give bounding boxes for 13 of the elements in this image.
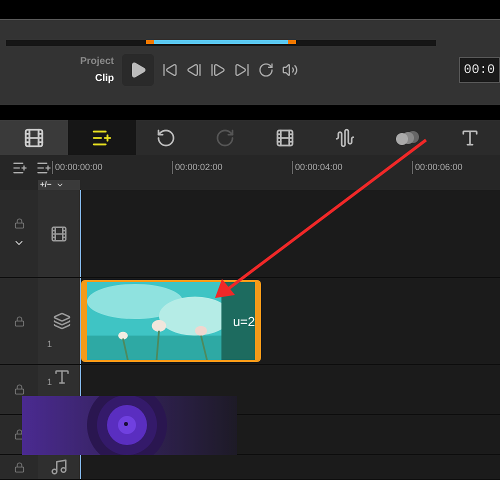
- track-number: 1: [46, 338, 52, 351]
- video-clip[interactable]: u=2: [81, 280, 261, 362]
- ruler-label: 00:00:02:00: [172, 160, 292, 174]
- ruler-label: 00:00:04:00: [292, 160, 412, 174]
- zoom-control[interactable]: +/−: [38, 180, 80, 190]
- clip-caption: u=2: [232, 313, 255, 331]
- track-number: 1: [46, 376, 52, 389]
- mode-toggle[interactable]: Clip: [95, 71, 114, 86]
- timecode-field[interactable]: 00:0: [458, 57, 500, 83]
- ruler-label: 00:00:06:00: [412, 160, 500, 174]
- zoom-label: +/−: [40, 180, 52, 190]
- ruler-label: 00:00:00:00: [52, 160, 172, 174]
- mode-toggle[interactable]: Project: [80, 54, 114, 69]
